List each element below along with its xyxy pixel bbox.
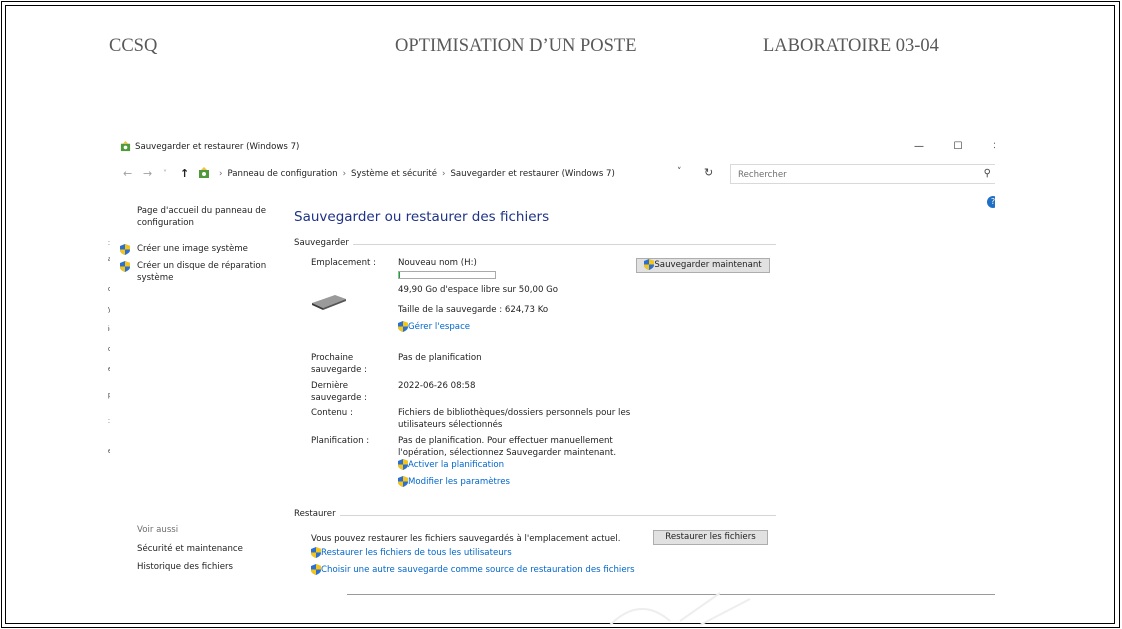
sidebar-item-file-history[interactable]: Historique des fichiers	[137, 562, 233, 572]
shield-icon	[644, 259, 655, 270]
shield-icon	[311, 547, 321, 558]
breadcrumb: › Panneau de configuration › Système et séc…	[214, 169, 615, 179]
close-button[interactable]: ✕	[985, 139, 995, 155]
contents-label: Contenu :	[311, 408, 353, 418]
next-backup-value: Pas de planification	[398, 353, 482, 363]
breadcrumb-separator-icon: ›	[442, 169, 446, 179]
disk-usage-bar	[398, 271, 496, 279]
last-backup-value: 2022-06-26 08:58	[398, 381, 476, 391]
sidebar: Page d'accueil du panneau de configurati…	[110, 194, 290, 597]
breadcrumb-separator-icon: ›	[219, 169, 223, 179]
restore-description: Vous pouvez restaurer les fichiers sauve…	[311, 534, 621, 544]
screenshot-backup-restore-window: Sauvegarder et restaurer (Windows 7) — ☐…	[110, 136, 995, 597]
backup-restore-app-icon	[120, 141, 131, 152]
schedule-label: Planification :	[311, 436, 370, 446]
free-space-text: 49,90 Go d'espace libre sur 50,00 Go	[398, 285, 559, 295]
contents-value: Fichiers de bibliothèques/dossiers perso…	[398, 408, 631, 430]
window-title: Sauvegarder et restaurer (Windows 7)	[135, 142, 300, 152]
title-bar: Sauvegarder et restaurer (Windows 7) — ☐…	[110, 136, 995, 158]
sidebar-control-panel-home-link[interactable]: Page d'accueil du panneau de configurati…	[137, 206, 287, 229]
sidebar-item-create-repair-disc[interactable]: Créer un disque de réparation système	[120, 261, 280, 283]
search-input[interactable]: Rechercher ⚲	[730, 164, 995, 184]
shield-icon	[398, 459, 408, 470]
header-course-code: CCSQ	[109, 36, 158, 56]
disk-usage-fill	[399, 272, 400, 278]
backup-group-header: Sauvegarder	[294, 238, 776, 250]
backup-now-label: Sauvegarder maintenant	[654, 260, 762, 270]
document-header: CCSQ OPTIMISATION D’UN POSTE LABORATOIRE…	[0, 36, 1122, 60]
restore-files-label: Restaurer les fichiers	[665, 532, 756, 542]
control-panel-icon	[199, 167, 209, 178]
up-arrow-icon[interactable]: ↑	[180, 167, 189, 180]
sidebar-item-create-system-image[interactable]: Créer une image système	[120, 244, 248, 255]
activate-schedule-link[interactable]: Activer la planification	[398, 459, 504, 472]
restore-files-button[interactable]: Restaurer les fichiers	[653, 530, 768, 545]
restore-group-label: Restaurer	[294, 509, 340, 519]
manage-space-link[interactable]: Gérer l'espace	[398, 321, 470, 334]
breadcrumb-separator-icon: ›	[342, 169, 347, 179]
search-icon[interactable]: ⚲	[984, 168, 991, 179]
backup-now-button[interactable]: Sauvegarder maintenant	[636, 258, 770, 273]
search-placeholder: Rechercher	[738, 170, 787, 180]
change-settings-label: Modifier les paramètres	[408, 477, 511, 487]
shield-icon	[398, 321, 408, 332]
location-label: Emplacement :	[311, 258, 377, 268]
minimize-button[interactable]: —	[907, 139, 931, 155]
header-lab-number: LABORATOIRE 03-04	[763, 36, 939, 56]
shield-icon	[120, 244, 130, 255]
restore-all-users-label: Restaurer les fichiers de tous les utili…	[321, 548, 512, 558]
hard-drive-icon	[312, 295, 346, 310]
breadcrumb-control-panel[interactable]: Panneau de configuration	[227, 169, 337, 179]
see-also-heading: Voir aussi	[137, 525, 179, 535]
breadcrumb-backup-restore[interactable]: Sauvegarder et restaurer (Windows 7)	[450, 169, 614, 179]
address-dropdown-chevron-icon[interactable]: ˅	[677, 167, 682, 177]
shield-icon	[311, 564, 321, 575]
schedule-value: Pas de planification. Pour effectuer man…	[398, 436, 617, 458]
header-course-title: OPTIMISATION D’UN POSTE	[395, 36, 637, 56]
shield-icon	[120, 261, 130, 272]
help-icon[interactable]: ?	[987, 196, 995, 208]
backup-group-label: Sauvegarder	[294, 238, 353, 248]
page-title: Sauvegarder ou restaurer des fichiers	[294, 209, 550, 225]
back-arrow-icon[interactable]: ←	[123, 167, 132, 180]
sidebar-item-label: Créer une image système	[137, 244, 248, 254]
last-backup-label: Dernière sauvegarde :	[311, 381, 368, 403]
maximize-button[interactable]: ☐	[946, 139, 970, 155]
location-value: Nouveau nom (H:)	[398, 258, 477, 268]
manage-space-label: Gérer l'espace	[408, 322, 471, 332]
choose-other-backup-link[interactable]: Choisir une autre sauvegarde comme sourc…	[311, 564, 635, 577]
activate-schedule-label: Activer la planification	[408, 460, 505, 470]
refresh-icon[interactable]: ↻	[704, 166, 713, 179]
recent-locations-chevron-icon[interactable]: ˅	[163, 169, 167, 178]
breadcrumb-system-security[interactable]: Système et sécurité	[351, 169, 437, 179]
change-settings-link[interactable]: Modifier les paramètres	[398, 476, 510, 489]
address-bar: ← → ˅ ↑ › Panneau de configuration › Systèm…	[110, 164, 995, 186]
sidebar-item-label: Créer un disque de réparation système	[137, 261, 267, 283]
sidebar-item-security-maintenance[interactable]: Sécurité et maintenance	[137, 544, 243, 554]
restore-all-users-link[interactable]: Restaurer les fichiers de tous les utili…	[311, 547, 512, 560]
faint-watermark	[609, 592, 751, 626]
forward-arrow-icon[interactable]: →	[143, 167, 152, 180]
next-backup-label: Prochaine sauvegarde :	[311, 353, 368, 375]
choose-other-backup-label: Choisir une autre sauvegarde comme sourc…	[321, 565, 635, 575]
backup-size-text: Taille de la sauvegarde : 624,73 Ko	[398, 305, 549, 315]
restore-group-header: Restaurer	[294, 509, 776, 521]
shield-icon	[398, 476, 408, 487]
